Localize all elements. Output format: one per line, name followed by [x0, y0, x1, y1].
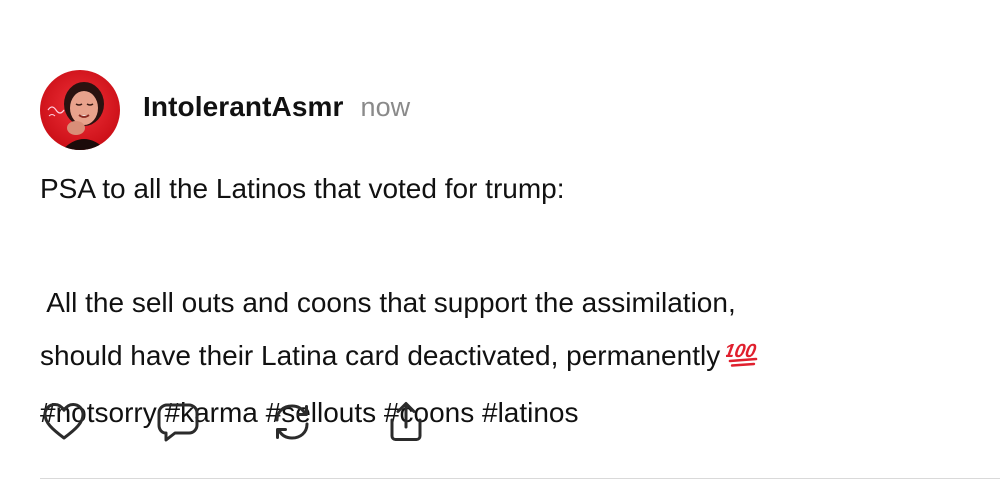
like-button[interactable] [40, 398, 88, 446]
avatar-photo [40, 70, 120, 150]
post-actions [40, 398, 430, 446]
post: IntolerantAsmr now PSA to all the Latino… [0, 0, 1000, 491]
repost-icon [275, 404, 309, 440]
author-line: IntolerantAsmr now [143, 91, 410, 123]
comment-icon [157, 403, 199, 442]
share-icon [390, 402, 422, 441]
username[interactable]: IntolerantAsmr [143, 91, 344, 123]
repost-button[interactable] [268, 398, 316, 446]
timestamp: now [360, 92, 411, 122]
post-header: IntolerantAsmr now [40, 70, 410, 150]
post-line-text: should have their Latina card deactivate… [40, 340, 721, 371]
heart-icon [43, 403, 85, 440]
avatar[interactable] [40, 70, 120, 150]
reply-button[interactable] [154, 398, 202, 446]
share-button[interactable] [382, 398, 430, 446]
post-line: All the sell outs and coons that support… [40, 287, 736, 318]
post-line: should have their Latina card deactivate… [40, 329, 960, 386]
post-paragraph: PSA to all the Latinos that voted for tr… [40, 173, 565, 204]
post-divider [40, 478, 1000, 479]
hundred-points-emoji-icon: 100 [722, 333, 760, 386]
